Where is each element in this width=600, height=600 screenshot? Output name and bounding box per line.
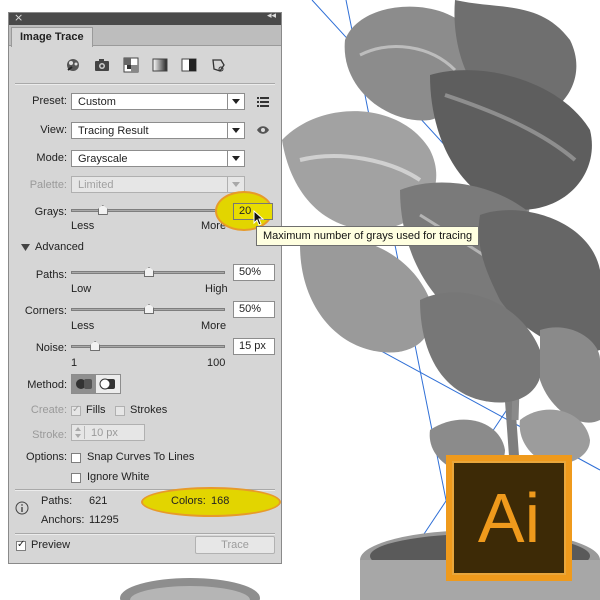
options-label: Options: bbox=[26, 451, 67, 463]
palette-label: Palette: bbox=[29, 179, 67, 191]
advanced-label[interactable]: Advanced bbox=[35, 241, 84, 253]
corners-input[interactable]: 50% bbox=[233, 301, 275, 318]
mode-dropdown[interactable]: Grayscale bbox=[71, 150, 245, 167]
panel-titlebar[interactable]: × ◂◂ bbox=[9, 11, 281, 25]
cursor-icon bbox=[253, 210, 265, 226]
strokes-checkbox bbox=[115, 406, 125, 416]
stats-colors-label: Colors: bbox=[171, 495, 206, 507]
outline-icon[interactable] bbox=[209, 56, 227, 74]
image-trace-panel: × ◂◂ Image Trace Preset: Custom View: Tr… bbox=[8, 11, 282, 564]
high-color-icon[interactable] bbox=[93, 56, 111, 74]
grays-slider[interactable] bbox=[71, 209, 225, 212]
stroke-value: 10 px bbox=[91, 427, 118, 439]
preset-icons-row bbox=[9, 53, 281, 77]
grayscale-icon[interactable] bbox=[151, 56, 169, 74]
grays-tooltip: Maximum number of grays used for tracing bbox=[256, 226, 480, 246]
strokes-label: Strokes bbox=[130, 404, 168, 416]
stroke-stepper: 10 px bbox=[71, 424, 145, 441]
chevron-down-icon bbox=[227, 151, 244, 166]
chevron-down-icon bbox=[227, 94, 244, 109]
disclosure-triangle-icon[interactable] bbox=[21, 244, 30, 251]
view-dropdown[interactable]: Tracing Result bbox=[71, 122, 245, 139]
trace-button[interactable]: Trace bbox=[195, 536, 275, 554]
stats-anchors-value: 11295 bbox=[89, 514, 119, 526]
stats-colors-value: 168 bbox=[211, 495, 230, 507]
menu-icon[interactable] bbox=[257, 96, 269, 107]
paths-slider[interactable] bbox=[71, 271, 225, 274]
grays-min-label: Less bbox=[71, 220, 95, 232]
stepper-arrows-icon bbox=[74, 426, 85, 439]
logo-text: Ai bbox=[477, 479, 541, 557]
noise-max-label: 100 bbox=[207, 357, 226, 369]
view-label: View: bbox=[40, 124, 67, 136]
close-icon[interactable]: × bbox=[14, 11, 23, 24]
fills-checkbox bbox=[71, 404, 81, 416]
mode-label: Mode: bbox=[36, 152, 67, 164]
preset-label: Preset: bbox=[32, 95, 67, 107]
separator bbox=[15, 83, 275, 85]
overlapping-method-icon[interactable] bbox=[97, 375, 120, 393]
preset-dropdown[interactable]: Custom bbox=[71, 93, 245, 110]
snap-curves-checkbox[interactable] bbox=[71, 453, 81, 463]
corners-min-label: Less bbox=[71, 320, 95, 332]
corners-slider[interactable] bbox=[71, 308, 225, 311]
abutting-method-icon[interactable] bbox=[72, 375, 96, 393]
paths-max-label: High bbox=[205, 283, 228, 295]
paths-min-label: Low bbox=[71, 283, 92, 295]
noise-label: Noise: bbox=[35, 342, 67, 354]
fills-label: Fills bbox=[86, 404, 106, 416]
tab-row: Image Trace bbox=[9, 25, 281, 47]
black-white-icon[interactable] bbox=[180, 56, 198, 74]
method-toggle bbox=[71, 374, 121, 394]
eye-icon[interactable] bbox=[256, 125, 270, 135]
stats-anchors-label: Anchors: bbox=[41, 514, 85, 526]
mode-value: Grayscale bbox=[78, 153, 128, 165]
info-icon bbox=[15, 501, 29, 515]
palette-value: Limited bbox=[78, 179, 114, 191]
stroke-label: Stroke: bbox=[32, 429, 67, 441]
collapse-icon[interactable]: ◂◂ bbox=[267, 11, 276, 21]
grays-label: Grays: bbox=[34, 206, 67, 218]
chevron-down-icon bbox=[227, 123, 244, 138]
ignore-white-checkbox[interactable] bbox=[71, 473, 81, 483]
paths-input[interactable]: 50% bbox=[233, 264, 275, 281]
noise-min-label: 1 bbox=[71, 357, 78, 369]
noise-slider[interactable] bbox=[71, 345, 225, 348]
tab-image-trace[interactable]: Image Trace bbox=[11, 27, 93, 47]
preset-value: Custom bbox=[78, 96, 116, 108]
separator bbox=[15, 533, 275, 535]
stats-paths-label: Paths: bbox=[41, 495, 73, 507]
corners-max-label: More bbox=[201, 320, 227, 332]
corners-label: Corners: bbox=[24, 305, 67, 317]
auto-color-icon[interactable] bbox=[64, 56, 82, 74]
stats-paths-value: 621 bbox=[89, 495, 108, 507]
preview-label: Preview bbox=[31, 539, 71, 551]
snap-curves-label: Snap Curves To Lines bbox=[87, 451, 195, 463]
preview-checkbox[interactable] bbox=[16, 539, 26, 551]
method-label: Method: bbox=[27, 379, 67, 391]
illustrator-logo: Ai bbox=[446, 455, 572, 581]
paths-label: Paths: bbox=[35, 269, 67, 281]
low-color-icon[interactable] bbox=[122, 56, 140, 74]
chevron-down-icon bbox=[227, 177, 244, 192]
noise-input[interactable]: 15 px bbox=[233, 338, 275, 355]
ignore-white-label: Ignore White bbox=[87, 471, 150, 483]
create-label: Create: bbox=[30, 404, 67, 416]
view-value: Tracing Result bbox=[78, 125, 149, 137]
palette-dropdown: Limited bbox=[71, 176, 245, 193]
